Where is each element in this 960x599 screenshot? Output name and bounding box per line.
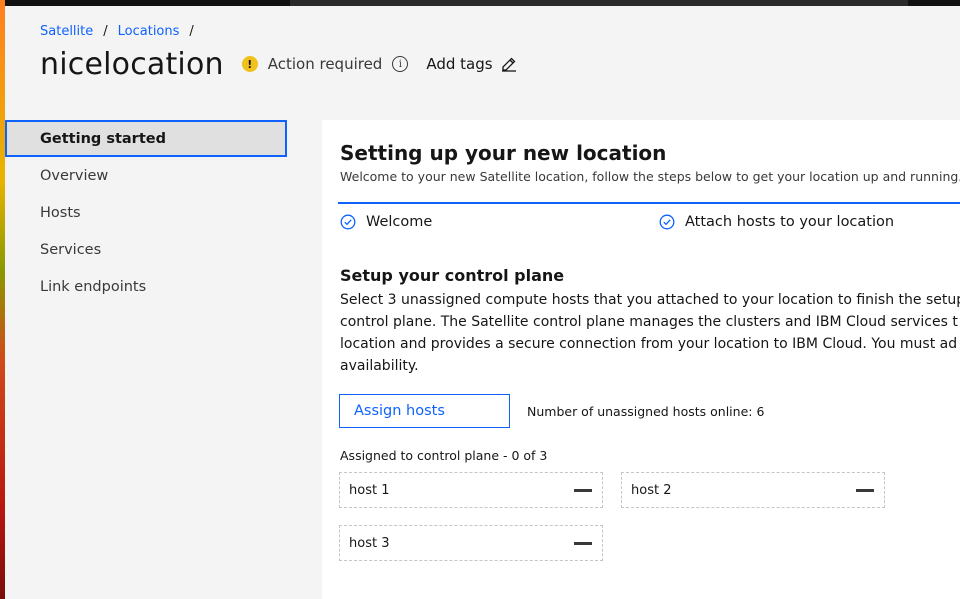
sidebar-item-label: Link endpoints	[40, 278, 147, 295]
host-name: host 3	[349, 535, 390, 551]
breadcrumb-locations[interactable]: Locations	[118, 24, 180, 39]
step-attach-hosts[interactable]: Attach hosts to your location	[659, 214, 894, 230]
sidebar-item-label: Overview	[40, 167, 109, 184]
unassigned-hosts-count: Number of unassigned hosts online: 6	[527, 404, 765, 419]
breadcrumb-satellite[interactable]: Satellite	[40, 24, 93, 39]
host-slot: host 3	[339, 525, 603, 561]
warning-icon: !	[241, 56, 258, 72]
add-tags-button[interactable]: Add tags	[426, 55, 516, 73]
breadcrumb-separator: /	[189, 24, 194, 39]
progress-indicator-line	[338, 202, 960, 204]
description-line: control plane. The Satellite control pla…	[340, 314, 958, 330]
sidebar-item-label: Services	[40, 241, 102, 258]
sidebar-item-overview[interactable]: Overview	[5, 157, 287, 194]
sidebar-item-hosts[interactable]: Hosts	[5, 194, 287, 231]
subtract-icon[interactable]	[574, 541, 592, 545]
sidebar-item-services[interactable]: Services	[5, 231, 287, 268]
breadcrumb-separator: /	[103, 24, 108, 39]
subtract-icon[interactable]	[856, 488, 874, 492]
add-tags-label: Add tags	[426, 55, 493, 73]
panel-subtitle: Welcome to your new Satellite location, …	[340, 169, 960, 184]
checkmark-outline-icon	[659, 214, 675, 230]
top-bar-segment	[0, 0, 290, 6]
sidebar-item-label: Hosts	[40, 204, 81, 221]
status-text: Action required	[267, 55, 383, 73]
host-name: host 2	[631, 482, 672, 498]
description-line: availability.	[340, 358, 419, 374]
assign-hosts-button[interactable]: Assign hosts	[339, 394, 510, 428]
sidebar-item-label: Getting started	[40, 130, 166, 147]
panel-title: Setting up your new location	[340, 141, 667, 165]
edit-icon	[501, 57, 516, 72]
host-slot: host 2	[621, 472, 885, 508]
step-label: Welcome	[366, 214, 433, 230]
page-title: nicelocation	[40, 46, 224, 82]
side-navigation: Getting started Overview Hosts Services …	[5, 120, 287, 305]
status-indicator: ! Action required i	[241, 55, 409, 73]
host-name: host 1	[349, 482, 390, 498]
step-label: Attach hosts to your location	[685, 214, 895, 230]
section-description: Select 3 unassigned compute hosts that y…	[340, 289, 960, 377]
description-line: location and provides a secure connectio…	[340, 336, 958, 352]
getting-started-panel: Setting up your new location Welcome to …	[322, 120, 960, 599]
page-header: nicelocation ! Action required i Add tag…	[40, 44, 517, 84]
breadcrumb: Satellite / Locations /	[40, 24, 204, 39]
sidebar-item-link-endpoints[interactable]: Link endpoints	[5, 268, 287, 305]
checkmark-outline-icon	[340, 214, 356, 230]
top-bar	[0, 0, 960, 6]
section-title: Setup your control plane	[340, 266, 565, 285]
description-line: Select 3 unassigned compute hosts that y…	[340, 292, 960, 308]
assigned-control-plane-label: Assigned to control plane - 0 of 3	[340, 448, 548, 463]
top-bar-segment	[908, 0, 960, 6]
host-slot: host 1	[339, 472, 603, 508]
step-welcome[interactable]: Welcome	[340, 214, 432, 230]
sidebar-item-getting-started[interactable]: Getting started	[5, 120, 287, 157]
subtract-icon[interactable]	[574, 488, 592, 492]
info-icon[interactable]: i	[392, 56, 409, 72]
